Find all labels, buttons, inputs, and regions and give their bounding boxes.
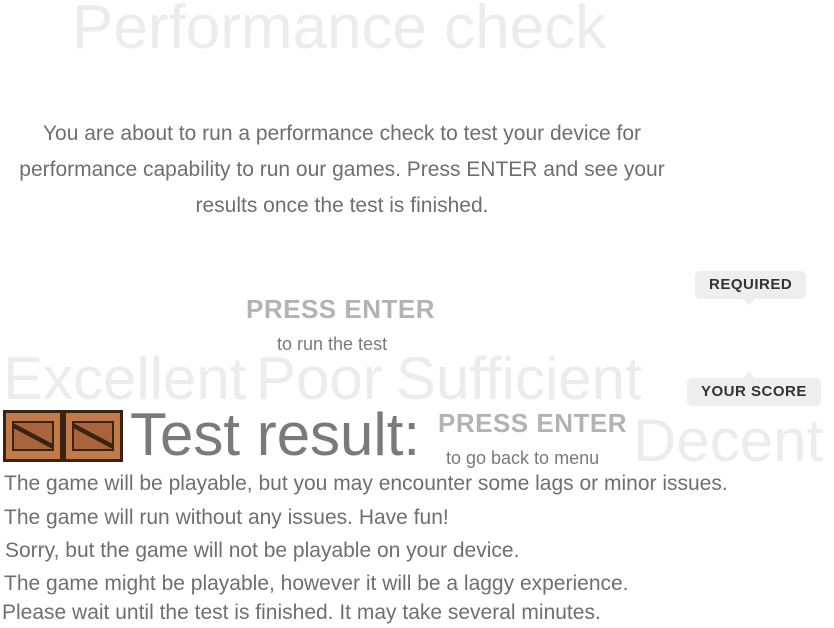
message-decent: The game will be playable, but you may e… [4,472,728,495]
message-wait: Please wait until the test is finished. … [2,601,601,624]
score-sufficient: Sufficient [396,345,642,412]
message-sufficient: The game might be playable, however it w… [4,572,629,595]
message-poor: Sorry, but the game will not be playable… [5,539,520,562]
page-title: Performance check [72,0,607,62]
crate-icons [3,410,123,462]
message-excellent: The game will run without any issues. Ha… [4,506,449,529]
your-score-badge: YOUR SCORE [687,372,821,406]
crate-icon [3,410,63,462]
required-badge: REQUIRED [695,271,807,305]
press-enter-run-button[interactable]: PRESS ENTER [246,294,435,325]
intro-text: You are about to run a performance check… [19,122,665,217]
press-enter-back-subtext: to go back to menu [446,448,600,468]
score-decent: Decent [633,407,824,474]
test-result-label: Test result: [130,401,421,468]
press-enter-back-button[interactable]: PRESS ENTER [438,408,627,439]
crate-icon [63,410,123,462]
